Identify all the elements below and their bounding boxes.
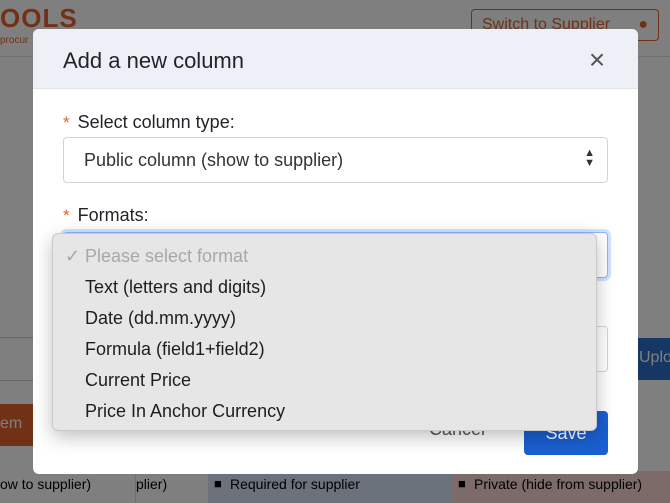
column-type-label: * Select column type: — [63, 112, 235, 133]
required-mark: * — [63, 113, 70, 132]
column-type-label-text: Select column type: — [77, 112, 235, 132]
dropdown-option-formula[interactable]: Formula (field1+field2) — [53, 335, 596, 366]
formats-label-text: Formats: — [77, 205, 149, 225]
modal-title: Add a new column — [63, 48, 244, 73]
formats-label: * Formats: — [63, 205, 149, 226]
dropdown-option-anchor-currency[interactable]: Price In Anchor Currency — [53, 397, 596, 428]
column-type-select[interactable]: Public column (show to supplier) ▲ ▼ — [63, 137, 608, 183]
dropdown-option-text[interactable]: Text (letters and digits) — [53, 273, 596, 304]
formats-dropdown-list: ✓ Please select format Text (letters and… — [52, 233, 597, 431]
dropdown-option-date[interactable]: Date (dd.mm.yyyy) — [53, 304, 596, 335]
column-type-value: Public column (show to supplier) — [84, 150, 344, 170]
checkmark-icon: ✓ — [65, 246, 81, 266]
select-arrows-icon: ▲▼ — [584, 147, 595, 169]
dropdown-option-placeholder[interactable]: ✓ Please select format — [53, 242, 596, 273]
close-icon[interactable]: × — [585, 46, 609, 74]
modal-header: Add a new column × — [33, 29, 638, 89]
option-label: Please select format — [85, 246, 249, 266]
dropdown-option-current-price[interactable]: Current Price — [53, 366, 596, 397]
required-mark: * — [63, 206, 70, 225]
